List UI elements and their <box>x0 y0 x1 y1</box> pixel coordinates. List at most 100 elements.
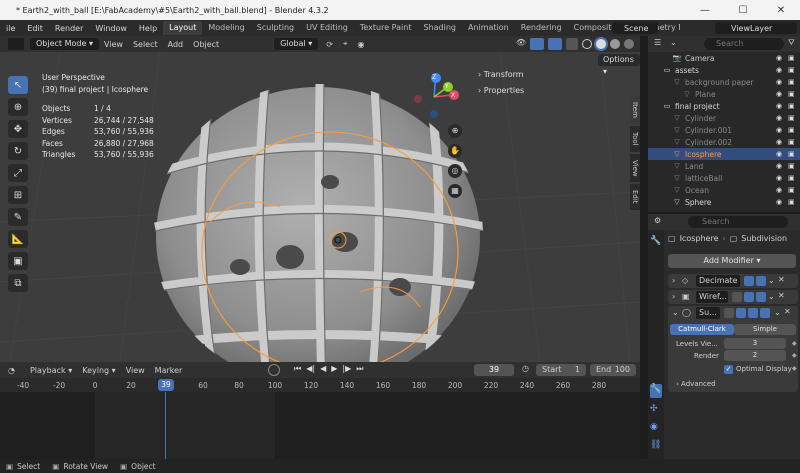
outliner-row[interactable]: ▭ final project ◉ ▣ <box>648 100 800 112</box>
measure-tool-icon[interactable]: 📐 <box>8 230 28 248</box>
physics-props-icon[interactable]: ◉ <box>650 422 662 434</box>
next-keyframe-icon[interactable]: |▶ <box>342 364 351 374</box>
tab-catmull-clark[interactable]: Catmull-Clark <box>670 324 734 335</box>
tab-shading[interactable]: Shading <box>417 21 462 35</box>
render-camera-icon[interactable]: ▣ <box>788 90 795 98</box>
options-dropdown[interactable]: Options ▾ <box>598 54 640 76</box>
on-cage-toggle-icon[interactable] <box>732 292 742 302</box>
visibility-eye-icon[interactable]: ◉ <box>776 186 782 194</box>
render-camera-icon[interactable]: ▣ <box>788 126 795 134</box>
visibility-eye-icon[interactable]: ◉ <box>776 150 782 158</box>
rendered-shading-icon[interactable] <box>624 39 634 49</box>
tab-rendering[interactable]: Rendering <box>515 21 568 35</box>
particles-props-icon[interactable]: ✣ <box>650 404 662 416</box>
tab-modeling[interactable]: Modeling <box>202 21 250 35</box>
outliner-row[interactable]: ▽ Ocean ◉ ▣ <box>648 184 800 196</box>
render-camera-icon[interactable]: ▣ <box>788 102 795 110</box>
tool-props-icon[interactable]: 🔧 <box>650 236 662 248</box>
modifier-name-field[interactable]: Decimate <box>696 275 740 287</box>
snap-icon[interactable]: ⌖ <box>343 39 348 49</box>
delete-modifier-icon[interactable]: ✕ <box>778 275 785 284</box>
render-camera-icon[interactable]: ▣ <box>788 162 795 170</box>
outliner-row[interactable]: ▽ Icosphere ◉ ▣ <box>648 148 800 160</box>
add-object-tool-icon[interactable]: ⧉ <box>8 274 28 292</box>
render-camera-icon[interactable]: ▣ <box>788 78 795 86</box>
visibility-eye-icon[interactable]: ◉ <box>776 54 782 62</box>
start-frame-field[interactable]: Start 1 <box>536 364 586 376</box>
menu-object[interactable]: Object <box>188 40 224 49</box>
render-camera-icon[interactable]: ▣ <box>788 114 795 122</box>
filter-display-icon[interactable]: ⌄ <box>670 38 677 47</box>
menu-edit[interactable]: Edit <box>21 24 49 33</box>
tab-layout[interactable]: Layout <box>163 21 203 35</box>
overlay-toggle-icon[interactable] <box>548 38 562 50</box>
menu-file[interactable]: ile <box>0 24 21 33</box>
tab-sculpting[interactable]: Sculpting <box>251 21 300 35</box>
jump-end-icon[interactable]: ⏭ <box>356 364 363 374</box>
npanel-tab-item[interactable]: Item <box>630 96 640 124</box>
visibility-eye-icon[interactable]: ◉ <box>776 66 782 74</box>
visibility-eye-icon[interactable]: ◉ <box>776 198 782 206</box>
timeline-menu-marker[interactable]: Marker <box>150 366 188 375</box>
outliner-row[interactable]: ▽ Cylinder.002 ◉ ▣ <box>648 136 800 148</box>
levels-viewport-field[interactable]: 3 <box>724 338 786 349</box>
add-modifier-button[interactable]: Add Modifier ▾ <box>668 254 796 268</box>
clock-icon[interactable]: ◷ <box>522 364 529 373</box>
render-toggle-icon[interactable] <box>760 308 770 318</box>
outliner-row[interactable]: ▽ background paper ◉ ▣ <box>648 76 800 88</box>
play-icon[interactable]: ▶ <box>331 364 337 374</box>
delete-modifier-icon[interactable]: ✕ <box>778 291 785 300</box>
tab-texture-paint[interactable]: Texture Paint <box>354 21 418 35</box>
jump-start-icon[interactable]: ⏮ <box>294 364 301 374</box>
maximize-button[interactable]: ☐ <box>724 0 762 20</box>
wireframe-shading-icon[interactable] <box>582 39 592 49</box>
render-camera-icon[interactable]: ▣ <box>788 54 795 62</box>
cursor-tool-icon[interactable]: ⊕ <box>8 98 28 116</box>
outliner-row[interactable]: ▽ Cylinder.001 ◉ ▣ <box>648 124 800 136</box>
outliner-row[interactable]: ▽ Cylinder ◉ ▣ <box>648 112 800 124</box>
3d-viewport[interactable]: Z X Y ⊕ ✋ ◎ ▦ ↖ ⊕ ✥ ↻ ⤢ ⊞ ✎ 📐 ▣ ⧉ User P… <box>0 52 640 362</box>
camera-view-icon[interactable]: ◎ <box>448 164 462 178</box>
properties-editor-icon[interactable]: ⚙ <box>654 216 661 225</box>
editor-type-icon[interactable] <box>8 38 24 50</box>
visibility-eye-icon[interactable]: ◉ <box>776 162 782 170</box>
transform-tool-icon[interactable]: ⊞ <box>8 186 28 204</box>
edit-mode-toggle-icon[interactable] <box>744 276 754 286</box>
proportional-edit-icon[interactable]: ◉ <box>358 40 365 49</box>
npanel-tab-edit[interactable]: Edit <box>630 184 640 210</box>
modifier-name-field[interactable]: Su... <box>696 307 720 319</box>
edit-mode-toggle-icon[interactable] <box>736 308 746 318</box>
modifier-menu-icon[interactable]: ⌄ <box>768 292 775 301</box>
solid-shading-icon[interactable] <box>596 39 606 49</box>
outliner-row[interactable]: ▽ Plane ◉ ▣ <box>648 88 800 100</box>
scale-tool-icon[interactable]: ⤢ <box>8 164 28 182</box>
panel-properties[interactable]: › Properties <box>478 86 524 95</box>
outliner-row[interactable]: 📷 Camera ◉ ▣ <box>648 52 800 64</box>
render-camera-icon[interactable]: ▣ <box>788 138 795 146</box>
playhead-label[interactable]: 39 <box>158 379 174 391</box>
panel-transform[interactable]: › Transform <box>478 70 524 79</box>
tab-uv-editing[interactable]: UV Editing <box>300 21 354 35</box>
timeline-editor-icon[interactable]: ◔ <box>8 366 15 375</box>
material-shading-icon[interactable] <box>610 39 620 49</box>
outliner-row[interactable]: ▽ Sphere ◉ ▣ <box>648 196 800 208</box>
annotate-tool-icon[interactable]: ✎ <box>8 208 28 226</box>
outliner-editor-icon[interactable]: ☰ <box>654 38 661 47</box>
keyframe-dot-icon[interactable]: ◆ <box>792 352 797 359</box>
outliner-search-input[interactable]: Search <box>704 38 784 50</box>
visibility-eye-icon[interactable]: ◉ <box>776 114 782 122</box>
visibility-eye-icon[interactable]: ◉ <box>776 78 782 86</box>
render-camera-icon[interactable]: ▣ <box>788 174 795 182</box>
keyframe-dot-icon[interactable]: ◆ <box>792 365 797 372</box>
visibility-eye-icon[interactable]: ◉ <box>776 174 782 182</box>
xray-icon[interactable] <box>566 38 578 50</box>
pan-hand-icon[interactable]: ✋ <box>448 144 462 158</box>
modifier-menu-icon[interactable]: ⌄ <box>768 276 775 285</box>
npanel-tab-tool[interactable]: Tool <box>630 126 640 152</box>
scene-selector[interactable]: Scene <box>612 22 658 34</box>
tab-simple[interactable]: Simple <box>734 324 796 335</box>
menu-select[interactable]: Select <box>128 40 163 49</box>
on-cage-toggle-icon[interactable] <box>724 308 734 318</box>
gizmo-toggle-icon[interactable] <box>530 38 544 50</box>
render-camera-icon[interactable]: ▣ <box>788 150 795 158</box>
